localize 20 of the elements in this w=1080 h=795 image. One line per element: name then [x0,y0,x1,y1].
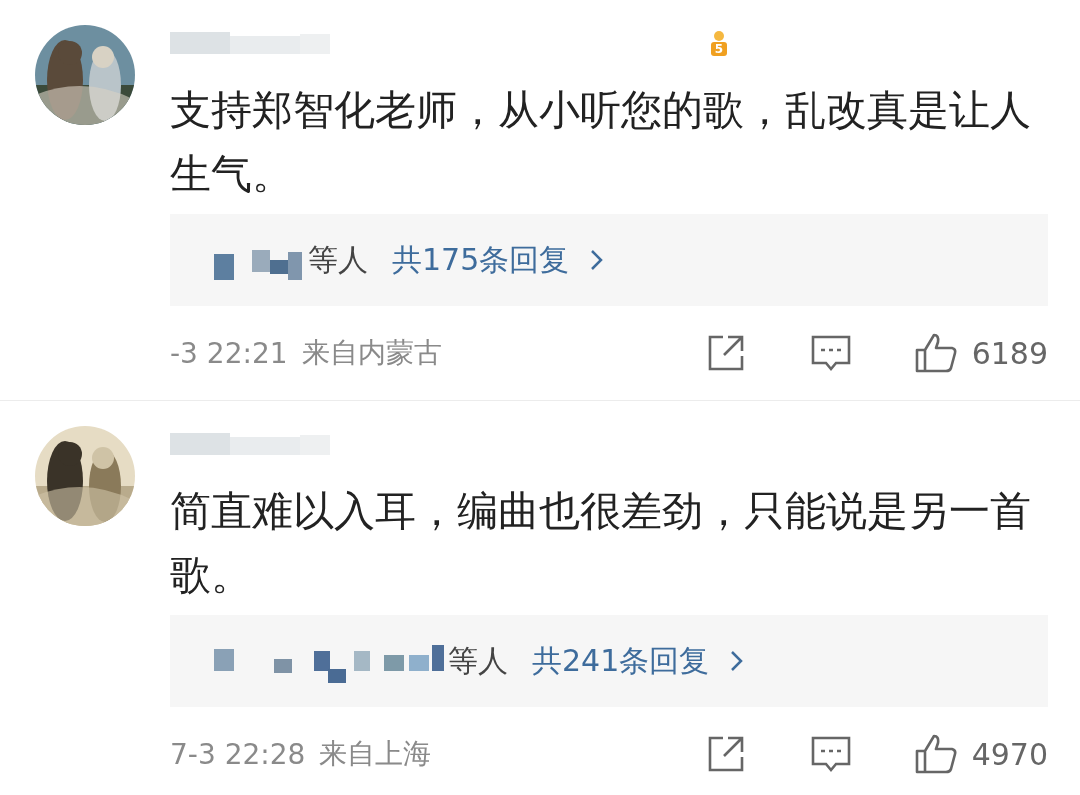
comment-text: 支持郑智化老师，从小听您的歌，乱改真是让人生气。 [170,85,1032,200]
comment-icon[interactable] [809,333,852,373]
thumbs-up-icon[interactable] [913,733,958,775]
like-count: 6189 [971,335,1048,371]
like-count: 4970 [971,736,1048,772]
reply-count-link[interactable]: 共241条回复 [532,640,710,682]
comment-text: 简直难以入耳，编曲也很差劲，只能说是另一首歌。 [170,486,1032,601]
figure-icon [712,30,726,42]
comment-time: -3 22:21 [170,336,288,370]
reply-count-link[interactable]: 共175条回复 [392,239,570,281]
comment-location: 来自内蒙古 [301,335,442,371]
replier-suffix: 等人 [308,240,368,279]
comment-time: 7-3 22:28 [170,737,306,771]
replier-suffix: 等人 [448,641,508,680]
comment-icon[interactable] [809,734,852,774]
reply-summary[interactable]: 等人 共175条回复 [170,214,1048,306]
comment-location: 来自上海 [319,736,432,772]
reply-summary[interactable]: 等人 共241条回复 [170,615,1048,707]
thumbs-up-icon[interactable] [913,332,958,374]
badge-level: 5 [710,42,728,56]
